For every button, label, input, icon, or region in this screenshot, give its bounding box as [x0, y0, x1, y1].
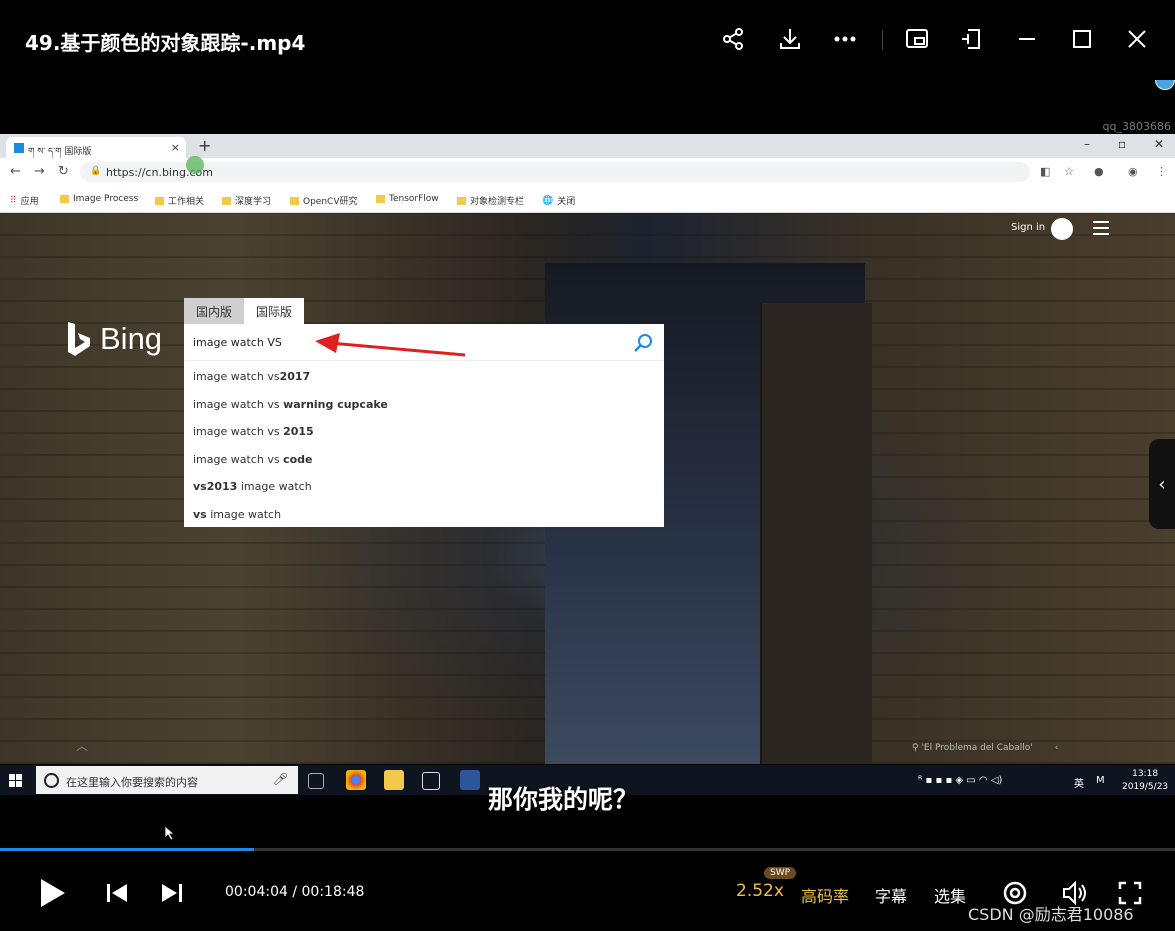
apps-grid-icon: ⠿ [10, 195, 17, 206]
csdn-watermark: CSDN @励志君10086 [968, 905, 1134, 924]
browser-restore-icon[interactable]: ▫ [1118, 137, 1126, 151]
bing-homepage: Sign in Bing 国内版 国际版 image watch VS imag… [0, 213, 1175, 764]
speed-badge: SWP [764, 867, 797, 879]
extension-icon[interactable]: ● [1094, 165, 1104, 178]
url-field[interactable]: 🔒 https://cn.bing.com [80, 156, 1030, 182]
annotation-arrow [315, 333, 466, 357]
word-icon[interactable] [460, 770, 480, 790]
folder-icon [155, 196, 164, 205]
bing-favicon-icon [14, 143, 24, 153]
mouse-highlight [186, 156, 204, 174]
bookmark-item[interactable]: TensorFlow [376, 194, 439, 204]
bookmark-item[interactable]: OpenCV研究 [290, 194, 357, 207]
title-bar: 49.基于颜色的对象跟踪-.mp4 [0, 0, 1175, 80]
browser-close-icon[interactable]: ✕ [1154, 137, 1164, 151]
bitrate-button[interactable]: 高码率 [801, 883, 849, 907]
calendar-icon[interactable] [422, 772, 440, 790]
time-display: 00:04:04 / 00:18:48 [225, 884, 365, 900]
new-tab-button[interactable]: + [198, 136, 211, 155]
browser-minimize-icon[interactable]: – [1084, 137, 1090, 151]
folder-icon [376, 195, 385, 203]
bookmarks-bar: ⠿ 应用 Image Process 工作相关 深度学习 OpenCV研究 Ten… [0, 186, 1175, 213]
download-icon[interactable] [773, 22, 807, 56]
cortana-icon [44, 773, 59, 788]
star-icon[interactable]: ☆ [1064, 165, 1074, 178]
taskbar-clock[interactable]: 13:18 2019/5/23 [1122, 768, 1168, 794]
previous-icon[interactable] [105, 882, 129, 904]
minimize-icon[interactable] [1010, 22, 1044, 56]
toolbar-divider [882, 30, 883, 50]
bookmark-item[interactable]: Image Process [60, 194, 138, 204]
lock-icon: 🔒 [90, 166, 102, 176]
video-subtitle: 那你我的呢？ [488, 785, 639, 814]
bookmark-item[interactable]: 🌐 关闭 [542, 194, 575, 208]
pin-icon[interactable] [955, 22, 989, 56]
back-icon[interactable]: ← [10, 164, 21, 179]
video-frame[interactable]: qq_3803686 ག ས་ ད་ག 国际版 × + – ▫ ✕ ← → ↻ … [0, 80, 1175, 848]
tray-icons[interactable]: ᴿ ▪ ▪ ▪ ◈ ▭ ◠ ◁) [918, 775, 1002, 786]
next-icon[interactable] [160, 882, 184, 904]
microphone-icon[interactable]: 🎤︎ [273, 772, 288, 786]
play-icon[interactable] [38, 877, 68, 909]
tab-close-icon[interactable]: × [171, 141, 180, 154]
forward-icon[interactable]: → [34, 164, 45, 179]
taskbar-search-placeholder: 在这里输入你要搜索的内容 [66, 776, 198, 789]
episodes-button[interactable]: 选集 [934, 883, 966, 907]
bookmark-apps[interactable]: ⠿ 应用 [10, 194, 39, 208]
globe-icon: 🌐 [542, 195, 554, 206]
close-icon[interactable] [1120, 22, 1154, 56]
floating-badge-icon [1155, 80, 1175, 90]
maximize-icon[interactable] [1065, 22, 1099, 56]
task-view-icon[interactable] [308, 773, 324, 789]
video-title: 49.基于颜色的对象跟踪-.mp4 [25, 31, 306, 55]
folder-icon [290, 196, 299, 205]
browser-menu-icon[interactable]: ⋮ [1156, 165, 1167, 178]
bookmark-item[interactable]: 工作相关 [155, 194, 204, 207]
subtitle-button[interactable]: 字幕 [875, 883, 907, 907]
player-controls: 00:04:04 / 00:18:48 SWP 2.52x 高码率 字幕 选集 … [0, 851, 1175, 931]
browser-tab[interactable]: ག ས་ ད་ག 国际版 × [6, 137, 186, 158]
ime-indicator[interactable]: 英 [1074, 775, 1084, 790]
share-icon[interactable] [716, 22, 750, 56]
ime-mode-icon[interactable]: M [1096, 775, 1105, 786]
file-explorer-icon[interactable] [384, 770, 404, 790]
reload-icon[interactable]: ↻ [58, 164, 69, 179]
windows-start-icon[interactable] [9, 774, 22, 787]
overlay-id-text: qq_3803686 [1102, 120, 1171, 133]
folder-icon [222, 196, 231, 205]
image-credit[interactable]: ⚲ 'El Problema del Caballo' ‹ [912, 743, 1058, 753]
folder-icon [60, 195, 69, 203]
profile-icon[interactable]: ◉ [1128, 165, 1138, 178]
chevron-left-icon[interactable]: ‹ [1149, 439, 1175, 529]
browser-tabbar: ག ས་ ད་ག 国际版 × + – ▫ ✕ [0, 134, 1175, 158]
folder-icon [457, 196, 466, 205]
browser-window: ག ས་ ད་ག 国际版 × + – ▫ ✕ ← → ↻ 🔒 https://c… [0, 134, 1175, 764]
taskbar-search[interactable]: 在这里输入你要搜索的内容 🎤︎ [36, 766, 298, 794]
mini-window-icon[interactable] [900, 22, 934, 56]
more-icon[interactable] [828, 22, 862, 56]
address-bar: ← → ↻ 🔒 https://cn.bing.com ◧ ☆ ● ◉ ⋮ [0, 156, 1175, 186]
chrome-icon[interactable] [346, 770, 366, 790]
bookmark-item[interactable]: 对象检测专栏 [457, 194, 524, 207]
playback-speed[interactable]: 2.52x [736, 881, 784, 901]
scroll-up-icon[interactable]: ︿ [76, 737, 88, 754]
translate-icon[interactable]: ◧ [1040, 165, 1050, 178]
mouse-pointer-icon [164, 825, 176, 841]
bookmark-item[interactable]: 深度学习 [222, 194, 271, 207]
